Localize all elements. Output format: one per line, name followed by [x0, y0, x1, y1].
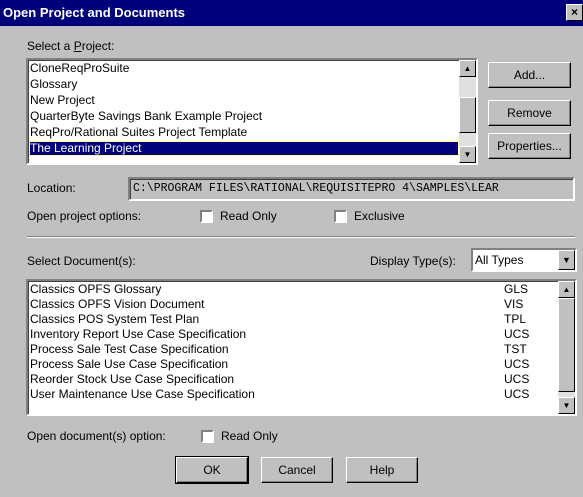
- cancel-button[interactable]: Cancel: [261, 457, 333, 483]
- document-row[interactable]: Reorder Stock Use Case Specification UCS: [30, 373, 555, 386]
- scroll-down-icon[interactable]: ▼: [459, 146, 476, 163]
- document-name: Inventory Report Use Case Specification: [30, 327, 247, 341]
- document-row[interactable]: Classics OPFS Glossary GLS: [30, 283, 555, 296]
- document-type: UCS: [504, 372, 530, 386]
- scroll-thumb[interactable]: [558, 298, 575, 392]
- close-button[interactable]: ×: [566, 4, 583, 21]
- document-type: TST: [504, 342, 527, 356]
- scroll-up-icon[interactable]: ▲: [558, 281, 575, 298]
- project-options-label: Open project options:: [27, 209, 142, 223]
- remove-button[interactable]: Remove: [488, 100, 571, 126]
- open-project-dialog: Open Project and Documents × Select a Pr…: [0, 0, 583, 497]
- document-option-label: Open document(s) option:: [27, 429, 166, 443]
- document-name: Process Sale Test Case Specification: [30, 342, 229, 356]
- project-item-clonereqprosuite[interactable]: CloneReqProSuite: [30, 62, 129, 75]
- document-type: VIS: [504, 297, 524, 311]
- project-item-new-project[interactable]: New Project: [30, 94, 95, 107]
- document-name: User Maintenance Use Case Specification: [30, 387, 255, 401]
- separator: [27, 236, 575, 238]
- document-type: TPL: [504, 312, 527, 326]
- exclusive-label[interactable]: Exclusive: [354, 209, 405, 223]
- documents-listbox[interactable]: Classics OPFS Glossary GLS Classics OPFS …: [26, 279, 577, 416]
- document-row[interactable]: Process Sale Test Case Specification TST: [30, 343, 555, 356]
- location-label: Location:: [27, 181, 76, 195]
- documents-scrollbar[interactable]: ▲ ▼: [558, 281, 575, 414]
- document-name: Classics OPFS Vision Document: [30, 297, 205, 311]
- project-item-glossary[interactable]: Glossary: [30, 78, 77, 91]
- add-button[interactable]: Add...: [488, 62, 571, 88]
- document-row[interactable]: Inventory Report Use Case Specification U…: [30, 328, 555, 341]
- project-read-only-checkbox[interactable]: [200, 210, 213, 223]
- document-name: Classics POS System Test Plan: [30, 312, 200, 326]
- document-name: Reorder Stock Use Case Specification: [30, 372, 235, 386]
- document-name: Classics OPFS Glossary: [30, 282, 162, 296]
- document-row[interactable]: Classics OPFS Vision Document VIS: [30, 298, 555, 311]
- exclusive-checkbox[interactable]: [334, 210, 347, 223]
- project-listbox[interactable]: CloneReqProSuite Glossary New Project Qu…: [26, 58, 478, 165]
- display-types-dropdown[interactable]: All Types ▼: [471, 248, 577, 272]
- document-read-only-label[interactable]: Read Only: [221, 429, 278, 443]
- location-field[interactable]: C:\PROGRAM FILES\RATIONAL\REQUISITEPRO 4…: [128, 177, 575, 201]
- select-documents-label: Select Document(s):: [27, 254, 136, 268]
- document-type: UCS: [504, 387, 530, 401]
- help-button[interactable]: Help: [346, 457, 418, 483]
- select-project-label: Select a Project:: [27, 39, 115, 53]
- dialog-title: Open Project and Documents: [3, 5, 186, 20]
- display-types-label: Display Type(s):: [370, 254, 456, 268]
- document-row[interactable]: User Maintenance Use Case Specification U…: [30, 388, 555, 401]
- scroll-down-icon[interactable]: ▼: [558, 397, 575, 414]
- project-label-mnemonic: P: [73, 39, 82, 53]
- document-type: GLS: [504, 282, 529, 296]
- document-row[interactable]: Classics POS System Test Plan TPL: [30, 313, 555, 326]
- document-name: Process Sale Use Case Specification: [30, 357, 229, 371]
- chevron-down-icon[interactable]: ▼: [558, 250, 575, 270]
- document-type: UCS: [504, 357, 530, 371]
- document-row[interactable]: Process Sale Use Case Specification UCS: [30, 358, 555, 371]
- title-bar[interactable]: Open Project and Documents ×: [0, 0, 583, 26]
- project-scrollbar[interactable]: ▲ ▼: [459, 60, 476, 163]
- properties-button[interactable]: Properties...: [488, 133, 571, 159]
- ok-button[interactable]: OK: [175, 456, 249, 484]
- document-read-only-checkbox[interactable]: [201, 430, 214, 443]
- project-item-reqpro-template[interactable]: ReqPro/Rational Suites Project Template: [30, 126, 247, 139]
- project-item-quarterbyte[interactable]: QuarterByte Savings Bank Example Project: [30, 110, 262, 123]
- scroll-thumb[interactable]: [459, 97, 476, 133]
- project-read-only-label[interactable]: Read Only: [220, 209, 277, 223]
- project-item-learning-project[interactable]: The Learning Project: [29, 141, 459, 156]
- scroll-up-icon[interactable]: ▲: [459, 60, 476, 77]
- document-type: UCS: [504, 327, 530, 341]
- display-types-value: All Types: [475, 253, 524, 267]
